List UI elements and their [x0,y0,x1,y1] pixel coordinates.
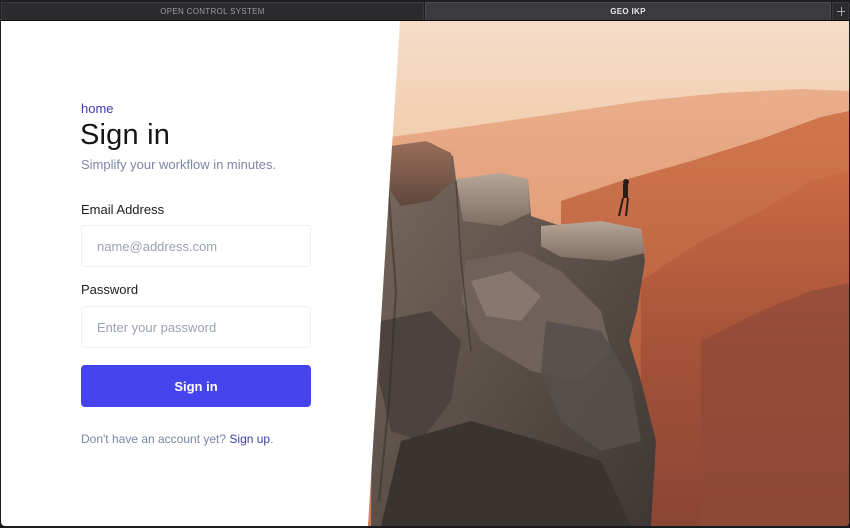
tab-open-control-system[interactable]: OPEN CONTROL SYSTEM [1,2,424,20]
plus-icon[interactable] [832,2,849,20]
tab-bar: OPEN CONTROL SYSTEM GEO IKP [0,0,850,21]
email-label: Email Address [81,202,165,217]
password-label: Password [81,282,139,297]
signup-line: Don't have an account yet? Sign up. [81,432,273,446]
page-title: Sign in [80,119,171,151]
signin-form: home Sign in Simplify your workflow in m… [1,21,401,526]
signup-prompt: Don't have an account yet? [81,432,227,446]
sign-in-button[interactable]: Sign in [81,365,311,407]
page-subtitle: Simplify your workflow in minutes. [81,157,277,172]
sign-up-link[interactable]: Sign up [229,432,270,446]
signup-suffix: . [270,432,274,446]
breadcrumb-home-link[interactable]: home [81,101,114,116]
email-field[interactable] [81,225,311,267]
page-content: home Sign in Simplify your workflow in m… [1,21,849,526]
password-field[interactable] [81,306,311,348]
tab-geo-ikp[interactable]: GEO IKP [425,2,831,20]
